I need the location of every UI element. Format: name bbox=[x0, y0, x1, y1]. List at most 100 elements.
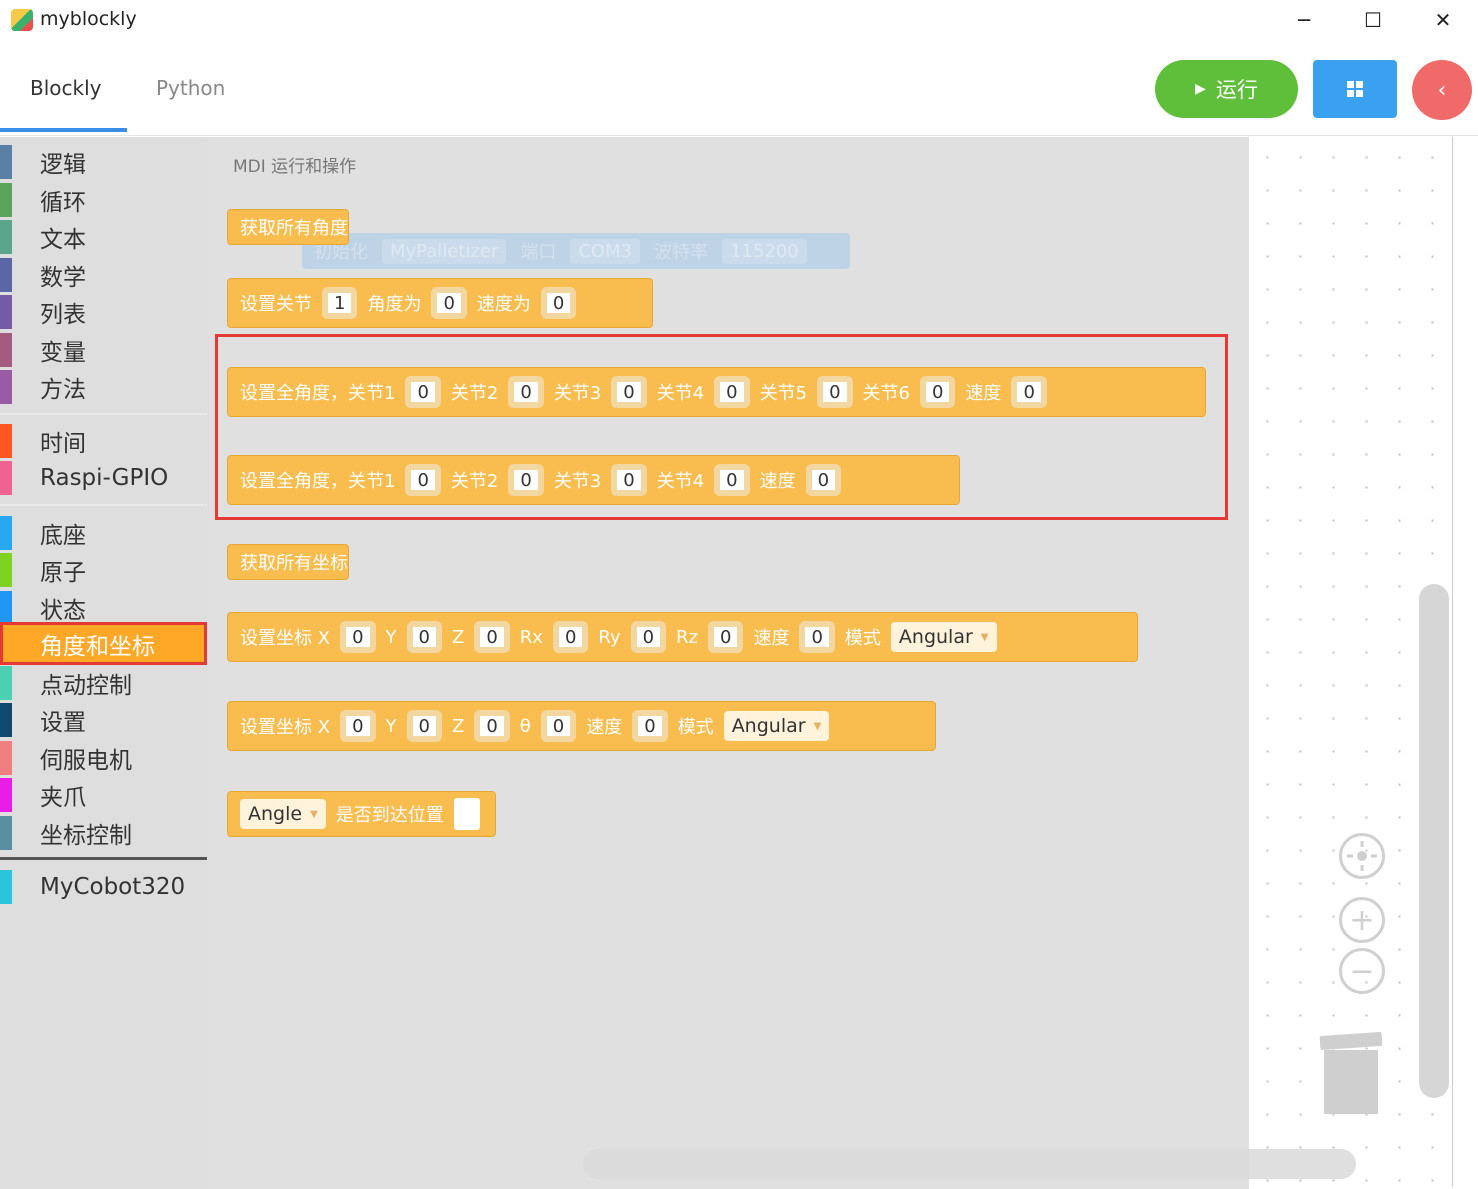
category-color bbox=[0, 778, 12, 812]
category-lists[interactable]: 列表 bbox=[0, 295, 207, 329]
run-label: 运行 bbox=[1215, 78, 1258, 102]
category-color bbox=[0, 591, 12, 625]
z-input[interactable]: 0 bbox=[474, 621, 510, 653]
x-input[interactable]: 0 bbox=[340, 710, 376, 742]
category-jog-control[interactable]: 点动控制 bbox=[0, 666, 207, 700]
chevron-down-icon: ▼ bbox=[310, 808, 318, 820]
category-color bbox=[0, 461, 12, 495]
theta-input[interactable]: 0 bbox=[540, 710, 577, 742]
ry-input[interactable]: 0 bbox=[630, 621, 667, 653]
window-title: myblockly bbox=[40, 8, 137, 30]
run-button[interactable]: ▶ 运行 bbox=[1155, 60, 1298, 118]
category-raspi-gpio[interactable]: Raspi-GPIO bbox=[0, 461, 207, 495]
category-coord-control[interactable]: 坐标控制 bbox=[0, 816, 207, 850]
horizontal-scrollbar[interactable] bbox=[583, 1149, 1356, 1179]
rz-input[interactable]: 0 bbox=[708, 621, 744, 653]
category-color bbox=[0, 870, 12, 904]
maximize-button[interactable]: ☐ bbox=[1348, 4, 1398, 36]
is-in-position-block[interactable]: Angle ▼ 是否到达位置 bbox=[227, 791, 496, 837]
toolbox: 逻辑 循环 文本 数学 列表 变量 方法 时间 Raspi-GPIO 底座 原子… bbox=[0, 137, 207, 1189]
flyout-title: MDI 运行和操作 bbox=[233, 157, 357, 177]
tab-blockly[interactable]: Blockly bbox=[30, 76, 101, 100]
speed-input[interactable]: 0 bbox=[632, 710, 668, 742]
joint1-input[interactable]: 0 bbox=[405, 376, 441, 408]
category-color bbox=[0, 258, 12, 292]
category-mycobot320[interactable]: MyCobot320 bbox=[0, 870, 207, 904]
play-icon: ▶ bbox=[1195, 81, 1206, 97]
get-all-angles-block[interactable]: 获取所有角度 bbox=[227, 209, 349, 245]
category-loops[interactable]: 循环 bbox=[0, 183, 207, 217]
angle-input[interactable]: 0 bbox=[431, 287, 467, 319]
joint4-input[interactable]: 0 bbox=[714, 376, 750, 408]
close-button[interactable]: ✕ bbox=[1418, 4, 1468, 36]
rx-input[interactable]: 0 bbox=[552, 621, 589, 653]
app-icon bbox=[11, 9, 33, 31]
minimize-button[interactable]: ─ bbox=[1279, 4, 1329, 36]
category-time[interactable]: 时间 bbox=[0, 424, 207, 458]
set-coords-4-block[interactable]: 设置坐标 X 0 Y 0 Z 0 θ 0 速度 0 模式 Angular ▼ bbox=[227, 701, 936, 751]
get-all-coords-block[interactable]: 获取所有坐标 bbox=[227, 544, 349, 580]
toolbox-separator bbox=[0, 857, 207, 860]
zoom-in-button[interactable]: + bbox=[1339, 897, 1385, 943]
category-servo[interactable]: 伺服电机 bbox=[0, 741, 207, 775]
grid-icon bbox=[1347, 81, 1363, 97]
set-joint-block[interactable]: 设置关节 1 角度为 0 速度为 0 bbox=[227, 278, 653, 328]
zoom-out-button[interactable]: − bbox=[1339, 948, 1385, 994]
z-input[interactable]: 0 bbox=[474, 710, 510, 742]
y-input[interactable]: 0 bbox=[406, 621, 442, 653]
set-all-angles-6-block[interactable]: 设置全角度，关节1 0 关节2 0 关节3 0 关节4 0 关节5 0 关节6 … bbox=[227, 367, 1206, 417]
init-block-ghost: 初始化 MyPalletizer 端口 COM3 波特率 115200 bbox=[302, 233, 850, 269]
angle-mode-dropdown[interactable]: Angle ▼ bbox=[240, 799, 326, 829]
category-color bbox=[0, 703, 12, 737]
vertical-scrollbar[interactable] bbox=[1419, 584, 1449, 1098]
mode-dropdown[interactable]: Angular ▼ bbox=[890, 622, 997, 652]
joint1-input[interactable]: 0 bbox=[405, 464, 441, 496]
category-color bbox=[0, 741, 12, 775]
category-color bbox=[0, 145, 12, 179]
mode-dropdown[interactable]: Angular ▼ bbox=[723, 711, 830, 741]
tab-python[interactable]: Python bbox=[156, 76, 225, 100]
joint3-input[interactable]: 0 bbox=[611, 376, 647, 408]
category-atom[interactable]: 原子 bbox=[0, 553, 207, 587]
joint6-input[interactable]: 0 bbox=[919, 376, 956, 408]
category-color bbox=[0, 183, 12, 217]
category-functions[interactable]: 方法 bbox=[0, 370, 207, 404]
category-color bbox=[0, 516, 12, 550]
joint3-input[interactable]: 0 bbox=[611, 464, 647, 496]
category-status[interactable]: 状态 bbox=[0, 591, 207, 625]
category-color bbox=[0, 666, 12, 700]
list-input-slot[interactable] bbox=[453, 798, 480, 830]
trash-icon[interactable] bbox=[1324, 1050, 1378, 1114]
active-tab-indicator bbox=[0, 128, 127, 132]
back-button[interactable]: ‹ bbox=[1412, 60, 1472, 120]
speed-input[interactable]: 0 bbox=[805, 464, 842, 496]
speed-input[interactable]: 0 bbox=[540, 287, 577, 319]
category-angles-coords[interactable]: 角度和坐标 bbox=[0, 622, 207, 665]
y-input[interactable]: 0 bbox=[406, 710, 442, 742]
set-all-angles-4-block[interactable]: 设置全角度，关节1 0 关节2 0 关节3 0 关节4 0 速度 0 bbox=[227, 455, 960, 505]
app-header: Blockly Python ▶ 运行 ‹ bbox=[0, 40, 1478, 136]
category-logic[interactable]: 逻辑 bbox=[0, 145, 207, 179]
plus-icon: + bbox=[1349, 902, 1375, 938]
recenter-button[interactable] bbox=[1339, 833, 1385, 879]
speed-input[interactable]: 0 bbox=[799, 621, 835, 653]
x-input[interactable]: 0 bbox=[340, 621, 376, 653]
chevron-down-icon: ▼ bbox=[813, 720, 822, 732]
joint4-input[interactable]: 0 bbox=[714, 464, 750, 496]
joint2-input[interactable]: 0 bbox=[508, 464, 544, 496]
category-variables[interactable]: 变量 bbox=[0, 333, 207, 367]
grid-button[interactable] bbox=[1313, 60, 1397, 118]
category-gripper[interactable]: 夹爪 bbox=[0, 778, 207, 812]
chevron-left-icon: ‹ bbox=[1437, 77, 1447, 103]
category-text[interactable]: 文本 bbox=[0, 220, 207, 254]
category-math[interactable]: 数学 bbox=[0, 258, 207, 292]
category-settings[interactable]: 设置 bbox=[0, 703, 207, 737]
category-color bbox=[0, 333, 12, 367]
speed-input[interactable]: 0 bbox=[1011, 376, 1047, 408]
chevron-down-icon: ▼ bbox=[980, 631, 989, 643]
category-base[interactable]: 底座 bbox=[0, 516, 207, 550]
joint-input[interactable]: 1 bbox=[322, 287, 358, 319]
joint5-input[interactable]: 0 bbox=[817, 376, 853, 408]
set-coords-6-block[interactable]: 设置坐标 X 0 Y 0 Z 0 Rx 0 Ry 0 Rz 0 速度 0 模式 … bbox=[227, 612, 1138, 662]
joint2-input[interactable]: 0 bbox=[508, 376, 544, 408]
